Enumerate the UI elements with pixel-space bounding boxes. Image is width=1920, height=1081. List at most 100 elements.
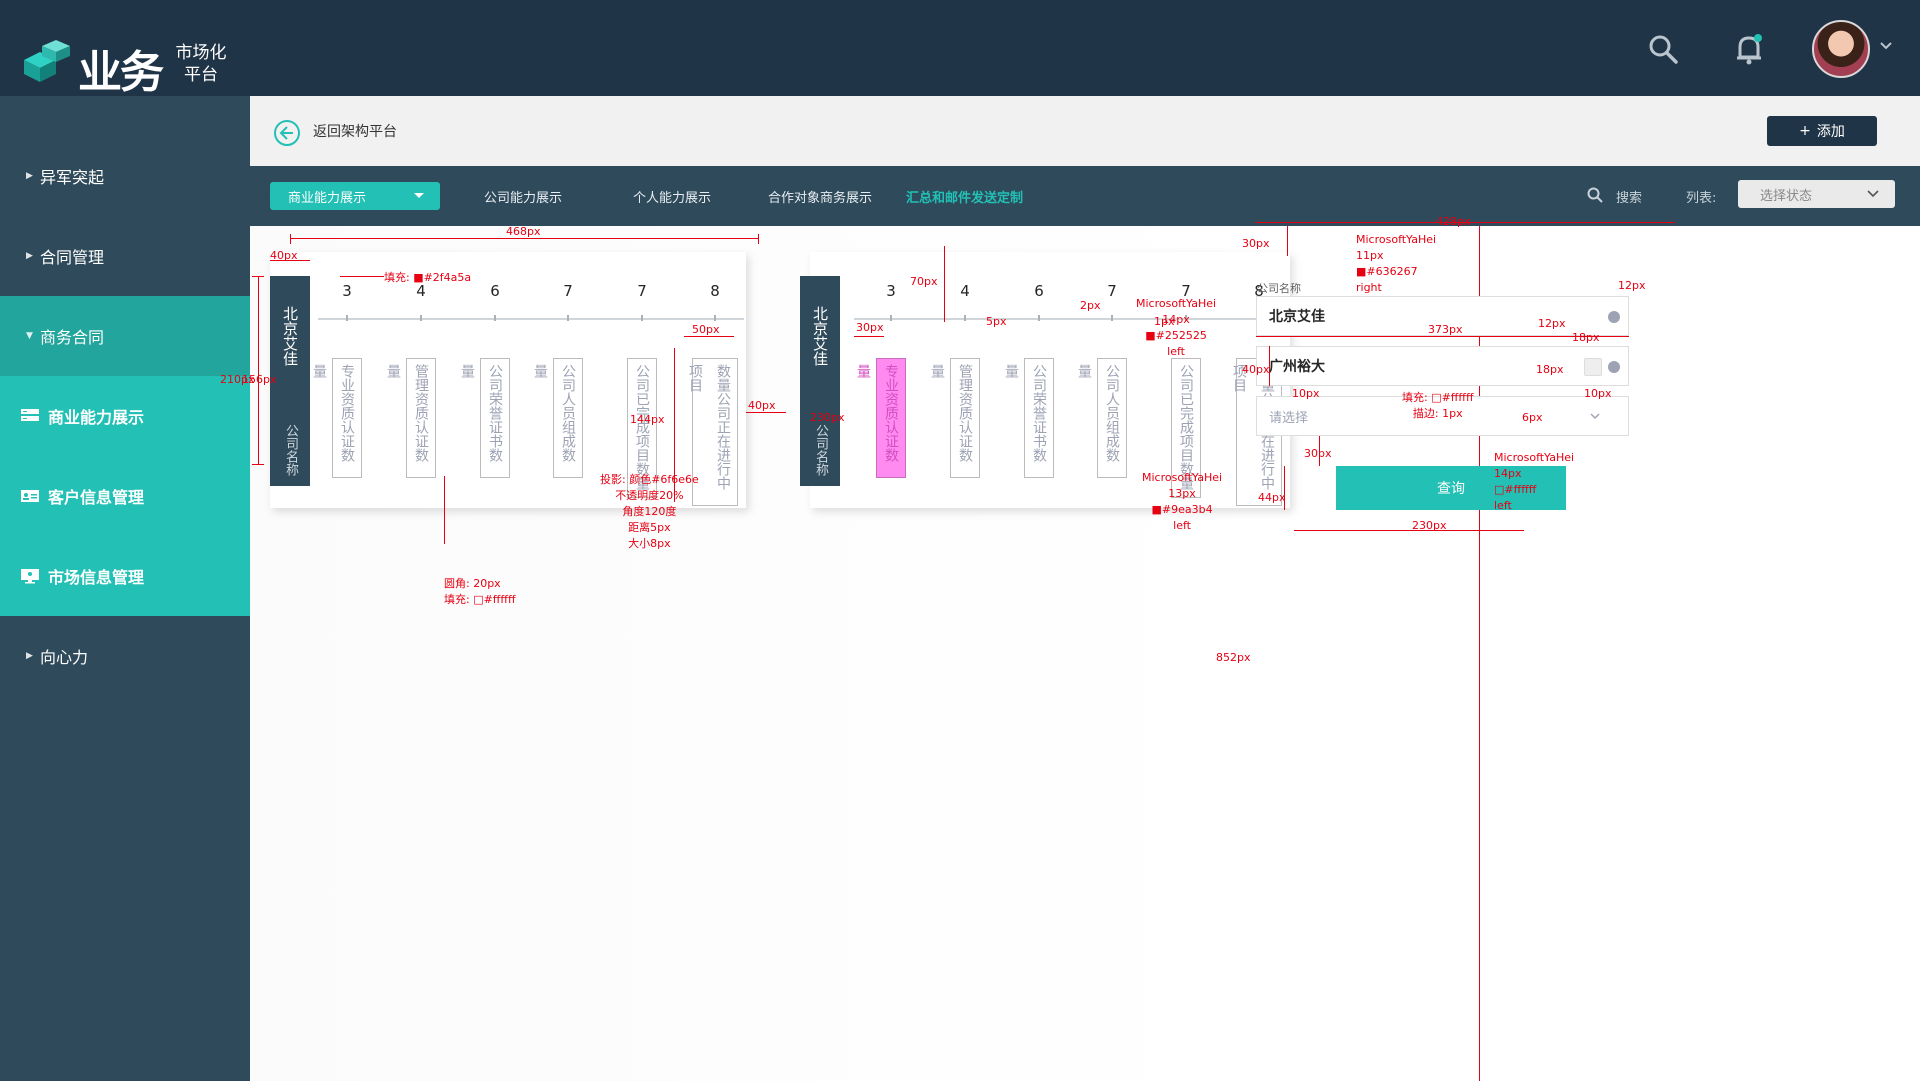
chevron-down-icon xyxy=(1590,413,1600,419)
sidebar-item-customer-info[interactable]: 客户信息管理 xyxy=(0,456,250,536)
top-bar: 业务 市场化 平台 xyxy=(0,0,1920,98)
annotation-height-70: 70px xyxy=(910,275,938,288)
annotation-line xyxy=(1269,346,1270,386)
server-icon xyxy=(21,409,39,421)
annotation-font-button: MicrosoftYaHei 14px □#ffffff left xyxy=(1494,451,1575,512)
company-field-2[interactable]: 广州裕大 xyxy=(1256,346,1629,386)
logo-title: 业务 xyxy=(78,47,164,98)
annotation-height-156: 156px xyxy=(242,373,277,386)
annotation-font-placeholder: MicrosoftYaHei 13px ■#9ea3b4 left xyxy=(1142,471,1223,532)
id-card-icon xyxy=(21,490,39,502)
company-name-label: 公司名称 xyxy=(283,424,298,476)
company-name: 北京艾佳 xyxy=(811,306,829,366)
sidebar-item-contract[interactable]: ▶ 合同管理 xyxy=(0,216,250,296)
annotation-width-30: 30px xyxy=(856,321,884,334)
page-header: 返回架构平台 + 添加 xyxy=(250,96,1920,166)
annotation-6px: 6px xyxy=(1522,411,1543,424)
stat-track xyxy=(318,318,744,320)
annotation-line xyxy=(1284,466,1285,510)
field-value: 北京艾佳 xyxy=(1269,309,1325,325)
annotation-line xyxy=(1287,226,1288,256)
ability-panel: 北京艾佳 公司名称 3 专业资质认证数量 4 管理资质认证数量 6 公司荣誉证书数量 7 公司人员… xyxy=(220,215,1920,1081)
sidebar-item-label: 商务合同 xyxy=(40,328,105,347)
annotation-line xyxy=(758,234,759,244)
annotation-line xyxy=(684,336,734,337)
search-icon[interactable] xyxy=(1646,32,1680,66)
annotation-width-230: 230px xyxy=(1412,519,1447,532)
annotation-height-30b: 30px xyxy=(1304,447,1332,460)
sidebar-item-label: 客户信息管理 xyxy=(48,488,145,507)
back-arrow-icon[interactable] xyxy=(274,120,300,146)
stat-label: 公司荣誉证书数量 xyxy=(1003,358,1054,478)
sidebar-item-label: 异军突起 xyxy=(40,168,105,187)
list-label: 列表: xyxy=(1686,191,1717,206)
sidebar-item-business-contract[interactable]: ▼ 商务合同 xyxy=(0,296,250,376)
stat-label: 公司荣誉证书数量 xyxy=(459,358,510,478)
annotation-radius: 圆角: 20px 填充: □#ffffff xyxy=(444,577,516,606)
stat-label: 管理资质认证数量 xyxy=(385,358,436,478)
annotation-width-468: 468px xyxy=(506,225,541,238)
annotation-12px-b: 12px xyxy=(1538,317,1566,330)
stat-value: 3 xyxy=(342,282,352,300)
search-label[interactable]: 搜索 xyxy=(1616,187,1642,206)
stat-tick xyxy=(1038,315,1040,321)
chevron-down-icon[interactable] xyxy=(1878,38,1894,54)
back-link[interactable]: 返回架构平台 xyxy=(313,121,397,141)
stat-value: 6 xyxy=(1034,282,1044,300)
status-select[interactable]: 选择状态 xyxy=(1738,180,1895,208)
annotation-line xyxy=(252,464,264,465)
company-tag: 北京艾佳 公司名称 xyxy=(800,276,840,486)
add-button-label: 添加 xyxy=(1816,124,1845,140)
sidebar-item-business-ability[interactable]: 商业能力展示 xyxy=(0,376,250,456)
clear-icon[interactable] xyxy=(1608,361,1620,373)
caret-right-icon: ▶ xyxy=(26,251,33,261)
stat-label: 专业资质认证数量 xyxy=(311,358,362,478)
stat-label: 管理资质认证数量 xyxy=(929,358,980,478)
annotation-5px: 5px xyxy=(986,315,1007,328)
annotation-height-144: 144px xyxy=(630,413,665,426)
annotation-line xyxy=(944,246,945,322)
dropdown-icon[interactable] xyxy=(1584,358,1602,376)
annotation-height-852: 852px xyxy=(1216,651,1251,664)
add-button[interactable]: + 添加 xyxy=(1767,116,1877,146)
tab-summary-email[interactable]: 汇总和邮件发送定制 xyxy=(906,187,1023,206)
query-button-label: 查询 xyxy=(1437,481,1465,497)
avatar[interactable] xyxy=(1812,20,1870,78)
tab-personal-ability[interactable]: 个人能力展示 xyxy=(633,187,711,206)
stat-tick xyxy=(567,315,569,321)
stat-tick xyxy=(420,315,422,321)
annotation-line xyxy=(258,276,259,464)
sidebar-item-market-info[interactable]: 市场信息管理 xyxy=(0,536,250,616)
stat-label: 公司人员组成数量 xyxy=(532,358,583,478)
annotation-gap-40: 40px xyxy=(748,399,776,412)
logo[interactable]: 业务 市场化 平台 xyxy=(20,34,240,98)
form-label: 公司名称 xyxy=(1257,282,1301,295)
annotation-width-40: 40px xyxy=(270,249,298,262)
field-placeholder: 请选择 xyxy=(1269,410,1309,426)
stat-label: 公司人员组成数量 xyxy=(1076,358,1127,478)
caret-down-icon xyxy=(414,193,424,198)
chevron-down-icon xyxy=(1867,190,1879,198)
bell-icon[interactable] xyxy=(1732,32,1766,66)
annotation-height-44: 44px xyxy=(1258,491,1286,504)
tab-business-ability[interactable]: 商业能力展示 xyxy=(270,182,440,210)
sidebar-item-label: 商业能力展示 xyxy=(48,408,145,427)
plus-icon: + xyxy=(1799,123,1811,139)
caret-down-icon: ▼ xyxy=(26,331,33,341)
sidebar-item-xiangxinli[interactable]: ▶ 向心力 xyxy=(0,616,250,696)
sidebar-item-yijun[interactable]: ▶ 异军突起 xyxy=(0,136,250,216)
stat-tick xyxy=(964,315,966,321)
annotation-fill: 填充: ■#2f4a5a xyxy=(384,271,472,284)
stat-tick xyxy=(641,315,643,321)
annotation-line xyxy=(340,276,384,277)
tab-partner-business[interactable]: 合作对象商务展示 xyxy=(768,187,872,206)
tab-bar: 商业能力展示 公司能力展示 个人能力展示 合作对象商务展示 汇总和邮件发送定制 … xyxy=(250,166,1920,226)
clear-icon[interactable] xyxy=(1608,311,1620,323)
stat-tick xyxy=(346,315,348,321)
search-icon[interactable] xyxy=(1586,186,1604,204)
sidebar-item-label: 向心力 xyxy=(40,648,89,667)
stat-tick xyxy=(714,315,716,321)
annotation-10px-a: 10px xyxy=(1292,387,1320,400)
main-content: 返回架构平台 + 添加 商业能力展示 公司能力展示 个人能力展示 合作对象商务展… xyxy=(220,96,1920,1081)
tab-company-ability[interactable]: 公司能力展示 xyxy=(484,187,562,206)
